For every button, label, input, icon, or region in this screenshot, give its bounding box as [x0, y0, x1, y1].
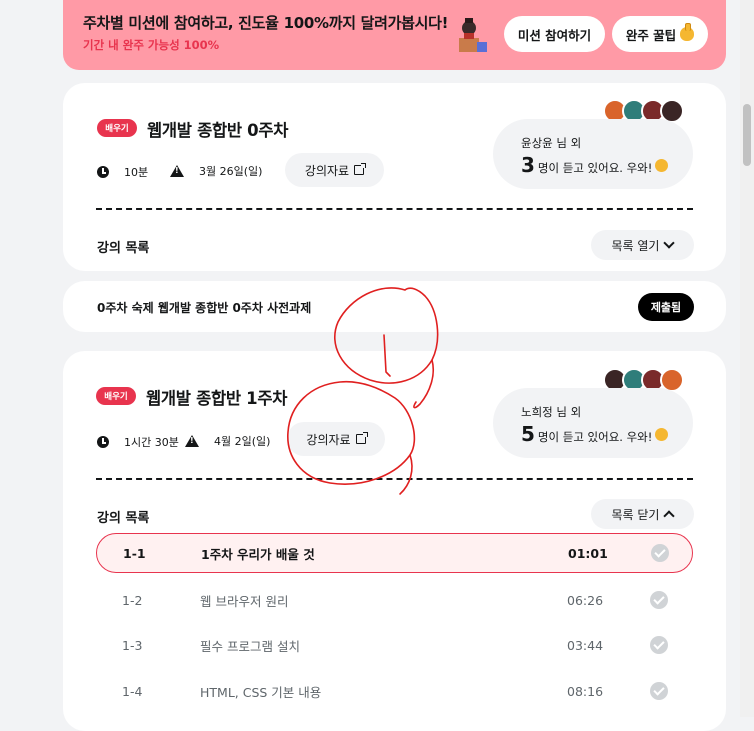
duration-text: 1시간 30분 [124, 436, 179, 449]
check-icon [650, 682, 668, 700]
clap-icon [655, 159, 669, 172]
page-scrollbar[interactable] [740, 0, 754, 717]
week-0-card: 배우기 웹개발 종합반 0주차 10분 3월 26일(일) 강의자료 윤상윤 님… [63, 83, 726, 271]
listeners-count: 5 [521, 422, 535, 446]
material-button-label: 강의자료 [304, 163, 350, 178]
lesson-row[interactable]: 1-2 웹 브라우저 원리 06:26 [96, 580, 693, 620]
lesson-number: 1-2 [122, 592, 143, 608]
check-icon [651, 544, 669, 562]
listeners-count: 3 [521, 153, 535, 177]
divider [96, 478, 693, 480]
deadline-info: 3월 26일(일) [170, 163, 262, 179]
lesson-duration: 06:26 [567, 592, 604, 608]
banner-subtitle: 기간 내 완주 가능성 100% [83, 38, 220, 52]
listeners-bubble: 노희정 님 외 5 명이 듣고 있어요. 우와! [493, 388, 693, 458]
list-close-button[interactable]: 목록 닫기 [591, 499, 694, 529]
external-link-icon [354, 163, 367, 175]
lecture-material-button[interactable]: 강의자료 [287, 422, 385, 456]
lesson-number: 1-3 [122, 637, 143, 653]
lesson-title: 1주차 우리가 배울 것 [201, 546, 315, 562]
clock-icon [97, 166, 109, 178]
lesson-title: 웹 브라우저 원리 [200, 593, 289, 609]
listeners-bubble: 윤상윤 님 외 3 명이 듣고 있어요. 우와! [493, 119, 693, 189]
lecture-list-label: 강의 목록 [97, 511, 150, 526]
homework-text: 0주차 숙제 웹개발 종합반 0주차 사전과제 [97, 301, 312, 315]
lesson-row[interactable]: 1-3 필수 프로그램 설치 03:44 [96, 625, 693, 665]
tips-button-label: 완주 꿀팁 [625, 27, 677, 43]
clock-icon [97, 436, 109, 448]
lesson-number: 1-1 [123, 545, 146, 561]
check-icon [650, 591, 668, 609]
thumbs-up-icon [680, 23, 695, 41]
warning-icon [185, 435, 199, 447]
duration-text: 10분 [124, 166, 149, 179]
lesson-row[interactable]: 1-1 1주차 우리가 배울 것 01:01 [96, 533, 693, 573]
lesson-duration: 03:44 [567, 637, 604, 653]
external-link-icon [355, 432, 368, 444]
warning-icon [170, 165, 184, 177]
duration-info: 10분 [97, 164, 148, 180]
listeners-line: 3 명이 듣고 있어요. 우와! [521, 153, 669, 177]
listeners-name: 노희정 님 외 [521, 405, 582, 419]
material-button-label: 강의자료 [306, 432, 351, 447]
listeners-name: 윤상윤 님 외 [521, 136, 582, 150]
deadline-text: 3월 26일(일) [199, 165, 263, 178]
lecture-list-label: 강의 목록 [97, 241, 150, 256]
chevron-up-icon [663, 510, 676, 522]
learn-tag: 배우기 [96, 387, 136, 405]
list-open-button[interactable]: 목록 열기 [591, 230, 694, 260]
lesson-duration: 01:01 [568, 545, 608, 561]
learn-tag: 배우기 [97, 119, 137, 137]
divider [96, 208, 693, 210]
character-illustration [459, 18, 487, 52]
week-1-card: 배우기 웹개발 종합반 1주차 1시간 30분 4월 2일(일) 강의자료 노희… [63, 351, 726, 731]
chevron-down-icon [663, 237, 676, 249]
lesson-duration: 08:16 [567, 683, 604, 699]
submitted-badge: 제출됨 [638, 293, 694, 321]
mission-join-button[interactable]: 미션 참여하기 [504, 16, 605, 52]
check-icon [650, 636, 668, 654]
deadline-info: 4월 2일(일) [185, 433, 270, 449]
deadline-text: 4월 2일(일) [214, 435, 271, 448]
scrollbar-thumb[interactable] [743, 104, 751, 166]
lecture-material-button[interactable]: 강의자료 [285, 153, 384, 187]
listeners-suffix: 명이 듣고 있어요. 우와! [537, 430, 653, 444]
banner-title: 주차별 미션에 참여하고, 진도율 100%까지 달려가봅시다! [83, 14, 449, 32]
listeners-line: 5 명이 듣고 있어요. 우와! [521, 422, 669, 446]
clap-icon [655, 428, 669, 441]
week-title: 웹개발 종합반 0주차 [147, 121, 289, 140]
homework-card[interactable]: 0주차 숙제 웹개발 종합반 0주차 사전과제 제출됨 [63, 281, 726, 332]
lesson-title: 필수 프로그램 설치 [200, 638, 300, 654]
lesson-number: 1-4 [122, 683, 143, 699]
lesson-title: HTML, CSS 기본 내용 [200, 684, 322, 700]
week-title: 웹개발 종합반 1주차 [146, 389, 288, 408]
listeners-suffix: 명이 듣고 있어요. 우와! [537, 161, 653, 175]
toggle-label: 목록 닫기 [611, 507, 660, 522]
duration-info: 1시간 30분 [97, 434, 179, 450]
mission-banner: 주차별 미션에 참여하고, 진도율 100%까지 달려가봅시다! 기간 내 완주… [63, 0, 726, 70]
toggle-label: 목록 열기 [611, 238, 660, 253]
completion-tips-button[interactable]: 완주 꿀팁 [612, 16, 708, 52]
lesson-row[interactable]: 1-4 HTML, CSS 기본 내용 08:16 [96, 671, 693, 711]
